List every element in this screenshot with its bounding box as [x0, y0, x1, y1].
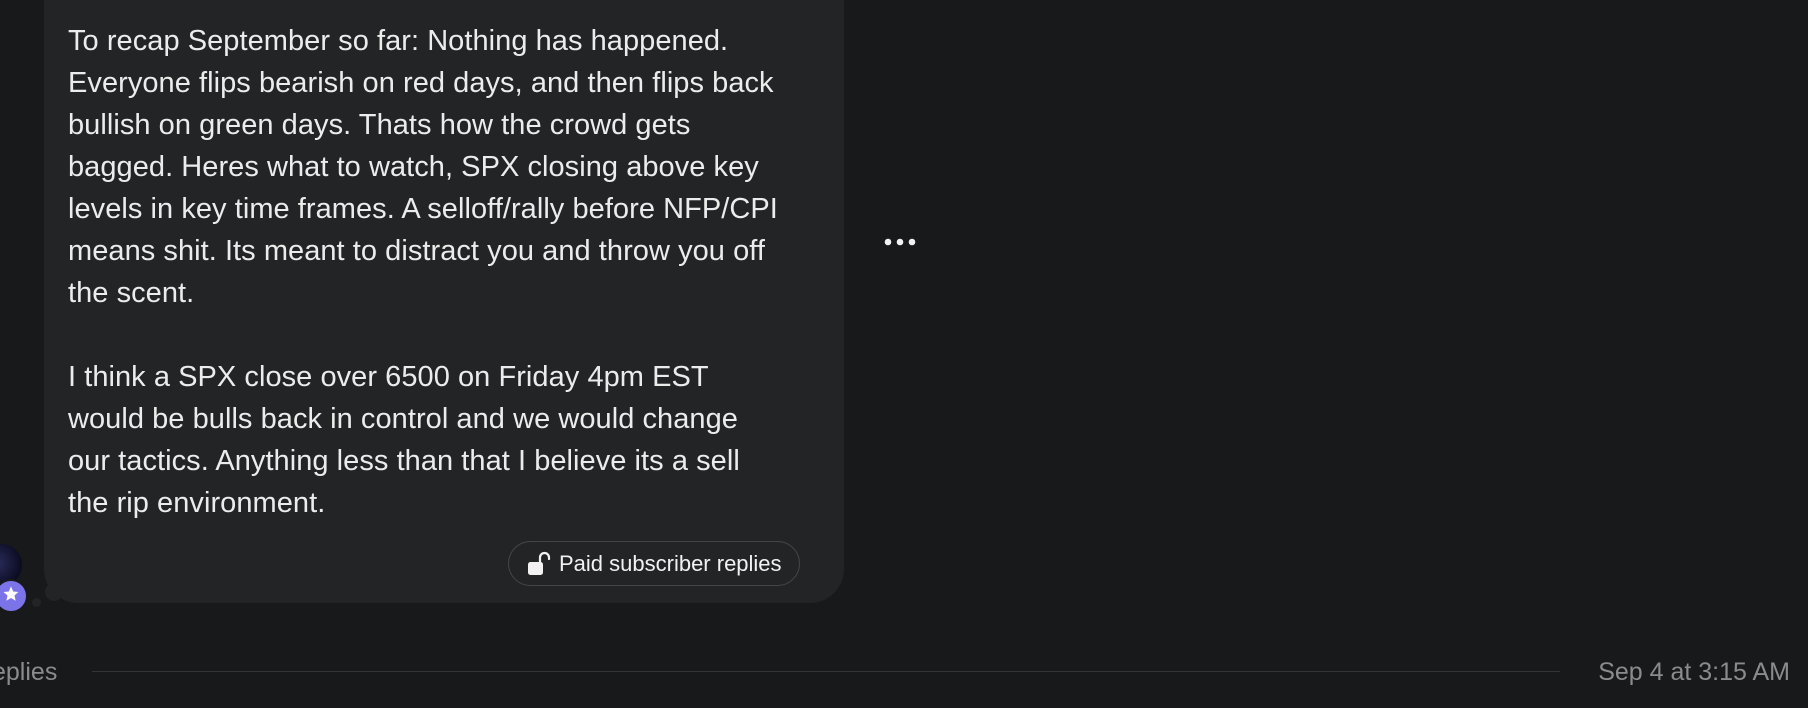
more-options-button[interactable] [878, 226, 922, 258]
unlock-icon [527, 551, 551, 577]
message-paragraph-2: I think a SPX close over 6500 on Friday … [68, 361, 740, 519]
paid-subscriber-replies-button[interactable]: Paid subscriber replies [508, 541, 800, 586]
message-timestamp: Sep 4 at 3:15 AM [1598, 658, 1790, 686]
message-body: To recap September so far: Nothing has h… [68, 20, 838, 524]
star-badge [0, 579, 28, 613]
star-icon [2, 585, 20, 608]
message-paragraph-1: To recap September so far: Nothing has h… [68, 25, 778, 309]
replies-link[interactable]: eplies [0, 655, 57, 689]
thread-connector-dot-small [32, 598, 41, 607]
chat-view: To recap September so far: Nothing has h… [0, 0, 1808, 708]
more-horizontal-icon [884, 233, 916, 251]
replies-button-label: Paid subscriber replies [559, 550, 782, 576]
thread-connector-dot [45, 583, 63, 601]
divider [92, 671, 1560, 672]
